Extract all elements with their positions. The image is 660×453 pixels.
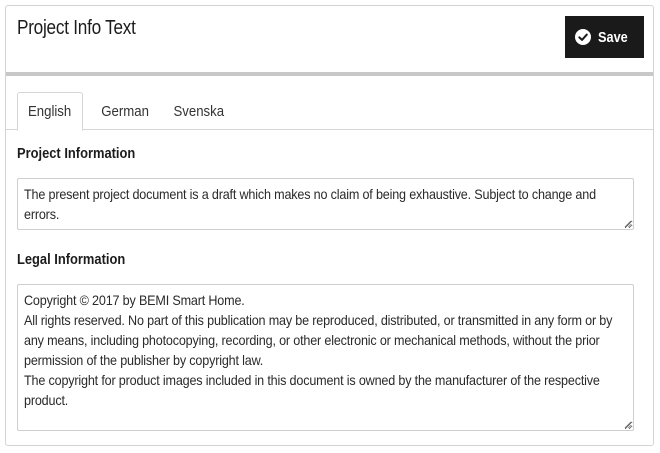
legal-information-label: Legal Information — [17, 251, 126, 268]
page-title: Project Info Text — [17, 17, 136, 39]
legal-information-text: Copyright © 2017 by BEMI Smart Home. All… — [24, 292, 613, 408]
tab-label: English — [28, 103, 72, 120]
tab-label: Svenska — [173, 102, 225, 120]
project-information-text: The present project document is a draft … — [24, 186, 600, 222]
tab-label: German — [101, 102, 149, 120]
tab-german[interactable]: German — [86, 92, 164, 130]
check-circle-icon — [575, 29, 592, 45]
resize-handle-icon[interactable] — [623, 420, 632, 429]
project-information-label: Project Information — [17, 145, 136, 162]
tab-svenska[interactable]: Svenska — [158, 92, 240, 130]
tab-english[interactable]: English — [17, 92, 83, 131]
project-info-panel: Project Info Text Save English German Sv… — [5, 5, 654, 446]
language-tabs: English German Svenska — [6, 92, 653, 131]
save-button-label: Save — [598, 28, 629, 46]
save-button[interactable]: Save — [565, 16, 644, 58]
legal-information-textarea[interactable]: Copyright © 2017 by BEMI Smart Home. All… — [17, 284, 634, 431]
panel-header: Project Info Text Save — [6, 6, 653, 76]
resize-handle-icon[interactable] — [623, 219, 632, 228]
project-information-textarea[interactable]: The present project document is a draft … — [17, 178, 634, 230]
